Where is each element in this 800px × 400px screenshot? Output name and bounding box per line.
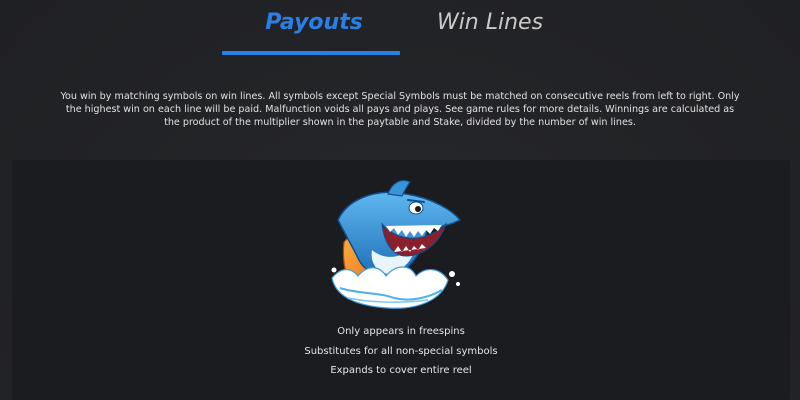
tab-bar: Payouts Win Lines (0, 0, 800, 60)
paytable-screen: Payouts Win Lines You win by matching sy… (0, 0, 800, 400)
shark-surfer-icon (328, 180, 468, 310)
symbol-feature-list: Only appears in freespins Substitutes fo… (12, 322, 790, 381)
payout-rules-text: You win by matching symbols on win lines… (60, 91, 740, 128)
active-tab-indicator (222, 51, 400, 55)
tab-win-lines[interactable]: Win Lines (420, 6, 560, 40)
list-item: Expands to cover entire reel (330, 365, 472, 376)
tab-payouts[interactable]: Payouts (236, 6, 392, 40)
list-item: Only appears in freespins (337, 326, 465, 337)
list-item: Substitutes for all non-special symbols (304, 345, 498, 357)
symbol-panel: Only appears in freespins Substitutes fo… (12, 160, 790, 400)
